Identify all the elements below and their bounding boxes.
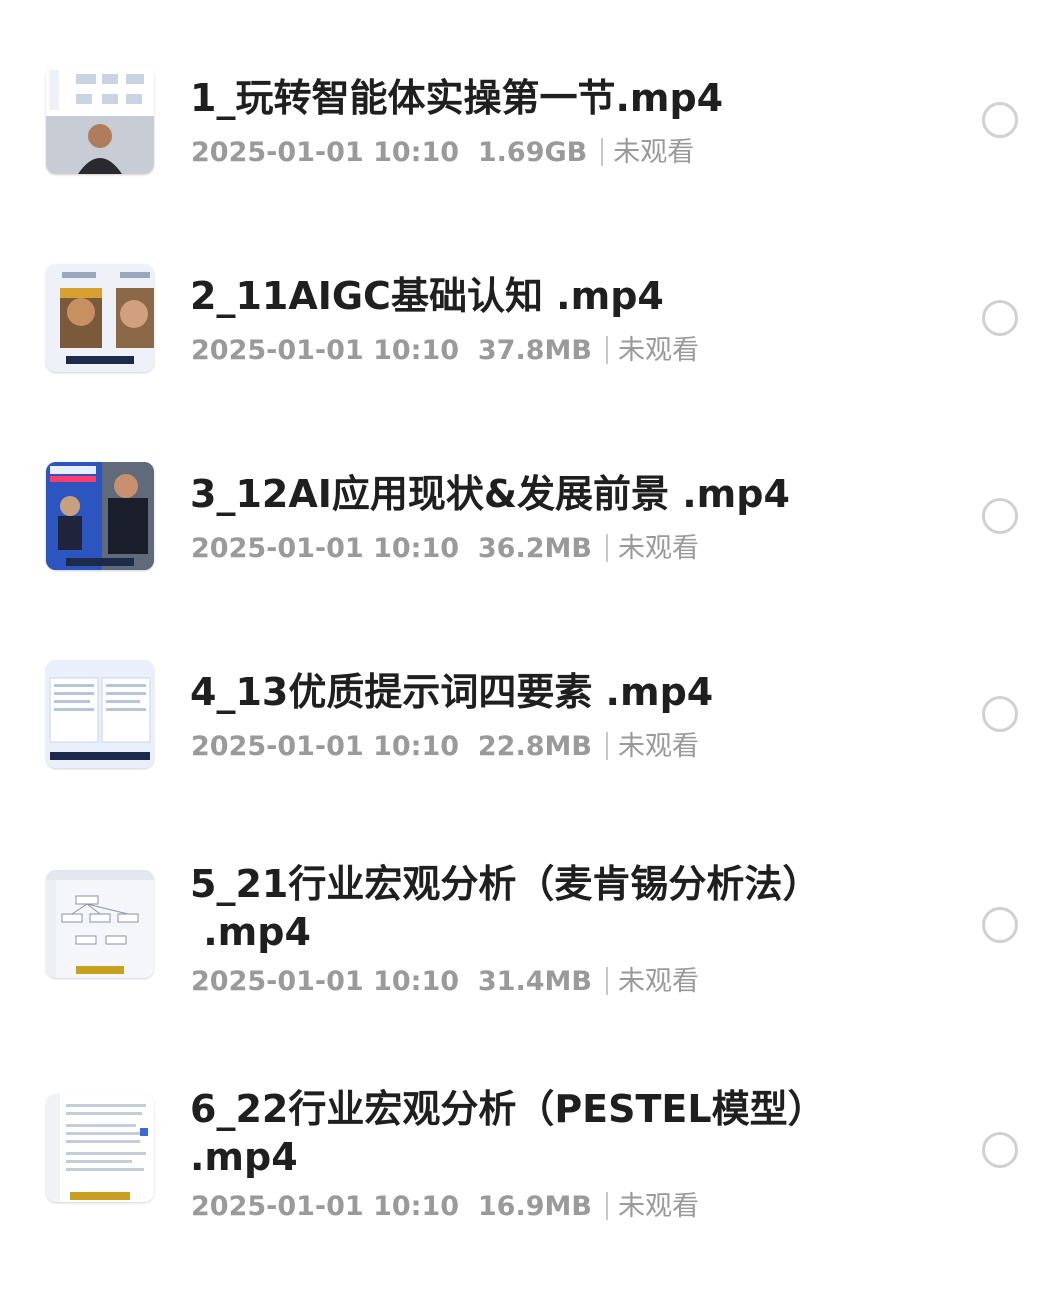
meta-divider (601, 138, 604, 166)
file-name[interactable]: 2_11AIGC基础认知 .mp4 (190, 272, 870, 320)
file-size: 22.8MB (477, 731, 592, 762)
video-thumbnail (46, 870, 154, 978)
file-date: 2025-01-01 10:10 (191, 1191, 460, 1222)
watch-status: 未观看 (617, 731, 699, 762)
file-date: 2025-01-01 10:10 (191, 731, 460, 762)
file-size: 1.69GB (477, 137, 588, 168)
meta-divider (605, 534, 608, 562)
file-name[interactable]: 6_22行业宏观分析（PESTEL模型） .mp4 (190, 1085, 870, 1181)
file-name[interactable]: 4_13优质提示词四要素 .mp4 (190, 668, 870, 716)
radio-unchecked-icon[interactable] (982, 1132, 1018, 1168)
video-file-list: 1_玩转智能体实操第一节.mp4 2025-01-01 10:10 1.69GB… (0, 0, 1064, 1294)
video-thumbnail (46, 462, 154, 570)
watch-status: 未观看 (617, 966, 699, 997)
radio-unchecked-icon[interactable] (982, 300, 1018, 336)
video-thumbnail (46, 264, 154, 372)
meta-divider (605, 336, 608, 364)
file-meta: 2025-01-01 10:10 1.69GB 未观看 (191, 136, 694, 170)
radio-unchecked-icon[interactable] (982, 102, 1018, 138)
file-size: 31.4MB (477, 966, 592, 997)
watch-status: 未观看 (613, 137, 695, 168)
file-meta: 2025-01-01 10:10 31.4MB 未观看 (191, 965, 699, 999)
file-date: 2025-01-01 10:10 (191, 533, 460, 564)
meta-divider (605, 732, 608, 760)
file-date: 2025-01-01 10:10 (191, 137, 460, 168)
file-name[interactable]: 1_玩转智能体实操第一节.mp4 (190, 74, 870, 122)
file-meta: 2025-01-01 10:10 37.8MB 未观看 (191, 334, 699, 368)
video-thumbnail (46, 1094, 154, 1202)
file-date: 2025-01-01 10:10 (191, 966, 460, 997)
file-size: 36.2MB (477, 533, 592, 564)
watch-status: 未观看 (617, 335, 699, 366)
radio-unchecked-icon[interactable] (982, 498, 1018, 534)
file-meta: 2025-01-01 10:10 16.9MB 未观看 (191, 1190, 699, 1224)
video-thumbnail (46, 660, 154, 768)
meta-divider (605, 1192, 608, 1220)
file-name[interactable]: 5_21行业宏观分析（麦肯锡分析法） .mp4 (190, 860, 870, 956)
radio-unchecked-icon[interactable] (982, 696, 1018, 732)
file-size: 16.9MB (477, 1191, 592, 1222)
file-date: 2025-01-01 10:10 (191, 335, 460, 366)
radio-unchecked-icon[interactable] (982, 907, 1018, 943)
file-name[interactable]: 3_12AI应用现状&发展前景 .mp4 (190, 470, 870, 518)
file-meta: 2025-01-01 10:10 22.8MB 未观看 (191, 730, 699, 764)
file-meta: 2025-01-01 10:10 36.2MB 未观看 (191, 532, 699, 566)
file-size: 37.8MB (477, 335, 592, 366)
watch-status: 未观看 (617, 1191, 699, 1222)
meta-divider (605, 967, 608, 995)
video-thumbnail (46, 66, 154, 174)
watch-status: 未观看 (617, 533, 699, 564)
